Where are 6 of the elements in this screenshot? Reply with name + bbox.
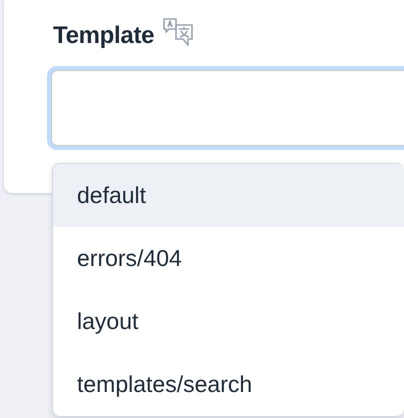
dropdown-option[interactable]: errors/404 <box>53 227 404 290</box>
dropdown-option[interactable]: default <box>53 164 404 227</box>
dropdown-option[interactable]: templates/search <box>53 353 404 416</box>
dropdown-option[interactable]: layout <box>53 290 404 353</box>
template-input[interactable] <box>51 70 404 146</box>
field-label: Template <box>53 22 154 50</box>
